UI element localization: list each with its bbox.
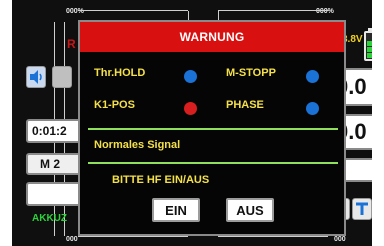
trim-bar-bottom-right bbox=[218, 236, 328, 246]
aus-button[interactable]: AUS bbox=[226, 198, 274, 222]
transmitter-screen: 000% 000% 000 000 R 0:01:2 M 2 AKKUZ 3.8… bbox=[12, 0, 372, 246]
bottom-right-counter: 000 bbox=[334, 236, 346, 243]
battery-icon bbox=[364, 28, 372, 61]
condition-label-m-stopp: M-STOPP bbox=[226, 67, 276, 79]
condition-label-thr-hold: Thr.HOLD bbox=[94, 67, 146, 79]
trim-bar-bottom-left bbox=[78, 236, 188, 246]
signal-status-text: Normales Signal bbox=[94, 139, 181, 151]
dialog-title: WARNUNG bbox=[80, 22, 344, 52]
flight-timer-value: 0:01:2 bbox=[32, 124, 67, 138]
ein-button[interactable]: EIN bbox=[152, 198, 200, 222]
condition-label-phase: PHASE bbox=[226, 99, 264, 111]
status-dot-k1-pos bbox=[184, 102, 197, 115]
status-dot-thr-hold bbox=[184, 70, 197, 83]
model-memory-box[interactable]: M 2 bbox=[26, 153, 84, 175]
left-field-box[interactable] bbox=[26, 182, 84, 206]
condition-label-k1-pos: K1-POS bbox=[94, 99, 135, 111]
background-red-label: R bbox=[67, 37, 76, 51]
wrench-icon[interactable] bbox=[352, 198, 372, 220]
bottom-left-counter: 000 bbox=[66, 236, 78, 243]
status-dot-phase bbox=[306, 102, 319, 115]
keypad-icon[interactable] bbox=[52, 66, 72, 88]
status-dot-m-stopp bbox=[306, 70, 319, 83]
warning-dialog: WARNUNG Thr.HOLD M-STOPP K1-POS PHASE No… bbox=[78, 20, 346, 236]
rf-prompt-text: BITTE HF EIN/AUS bbox=[112, 174, 210, 186]
model-memory-label: M 2 bbox=[40, 157, 61, 171]
akku-label: AKKUZ bbox=[32, 213, 67, 224]
speaker-icon[interactable] bbox=[26, 66, 46, 88]
divider-top bbox=[88, 128, 338, 130]
flight-timer[interactable]: 0:01:2 bbox=[26, 119, 84, 143]
divider-bottom bbox=[88, 162, 338, 164]
